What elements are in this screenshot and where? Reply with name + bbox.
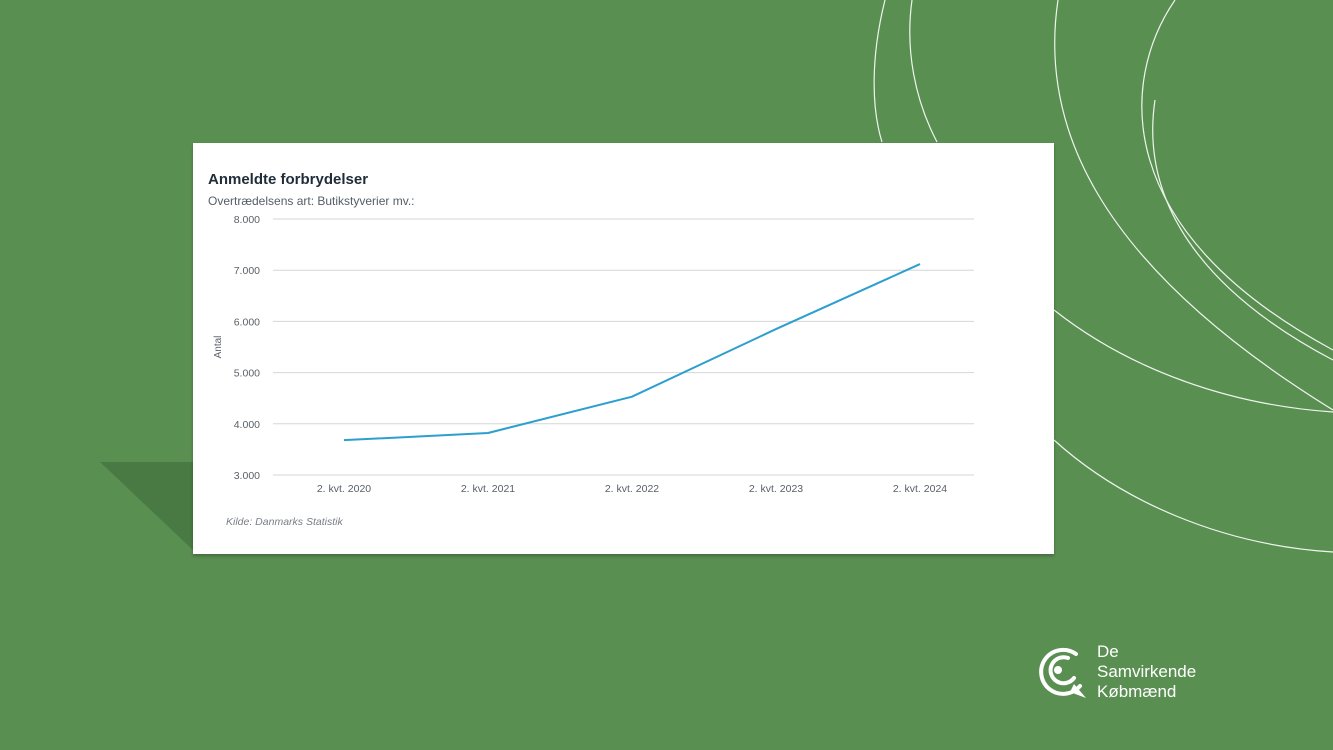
x-tick-label: 2. kvt. 2020: [317, 483, 371, 495]
series-line: [343, 263, 921, 442]
y-tick-label: 4.000: [234, 419, 260, 431]
y-tick-label: 3.000: [234, 470, 260, 482]
line-chart: 3.000 4.000 5.000 6.000 7.000 8.000 2. kvt. 2…: [213, 214, 974, 495]
y-tick-label: 7.000: [234, 265, 260, 277]
x-tick-label: 2. kvt. 2023: [749, 483, 803, 495]
x-tick-label: 2. kvt. 2024: [893, 483, 947, 495]
x-tick-label: 2. kvt. 2022: [605, 483, 659, 495]
logo-line-3: Købmænd: [1097, 682, 1177, 701]
y-axis-label: Antal: [213, 336, 224, 359]
y-tick-label: 6.000: [234, 316, 260, 328]
x-tick-label: 2. kvt. 2021: [461, 483, 515, 495]
brand-logo: De Samvirkende Købmænd: [1034, 640, 1234, 705]
y-tick-label: 8.000: [234, 214, 260, 226]
logo-text: De Samvirkende Købmænd: [1097, 642, 1196, 702]
chart-card: Anmeldte forbrydelser Overtrædelsens art…: [193, 143, 1054, 554]
slide: Anmeldte forbrydelser Overtrædelsens art…: [0, 0, 1333, 750]
y-tick-label: 5.000: [234, 368, 260, 380]
logo-line-2: Samvirkende: [1097, 662, 1197, 681]
logo-line-1: De: [1097, 642, 1119, 661]
speech-bubble-swirl-icon: [1039, 647, 1086, 698]
chart-source: Kilde: Danmarks Statistik: [226, 516, 343, 528]
